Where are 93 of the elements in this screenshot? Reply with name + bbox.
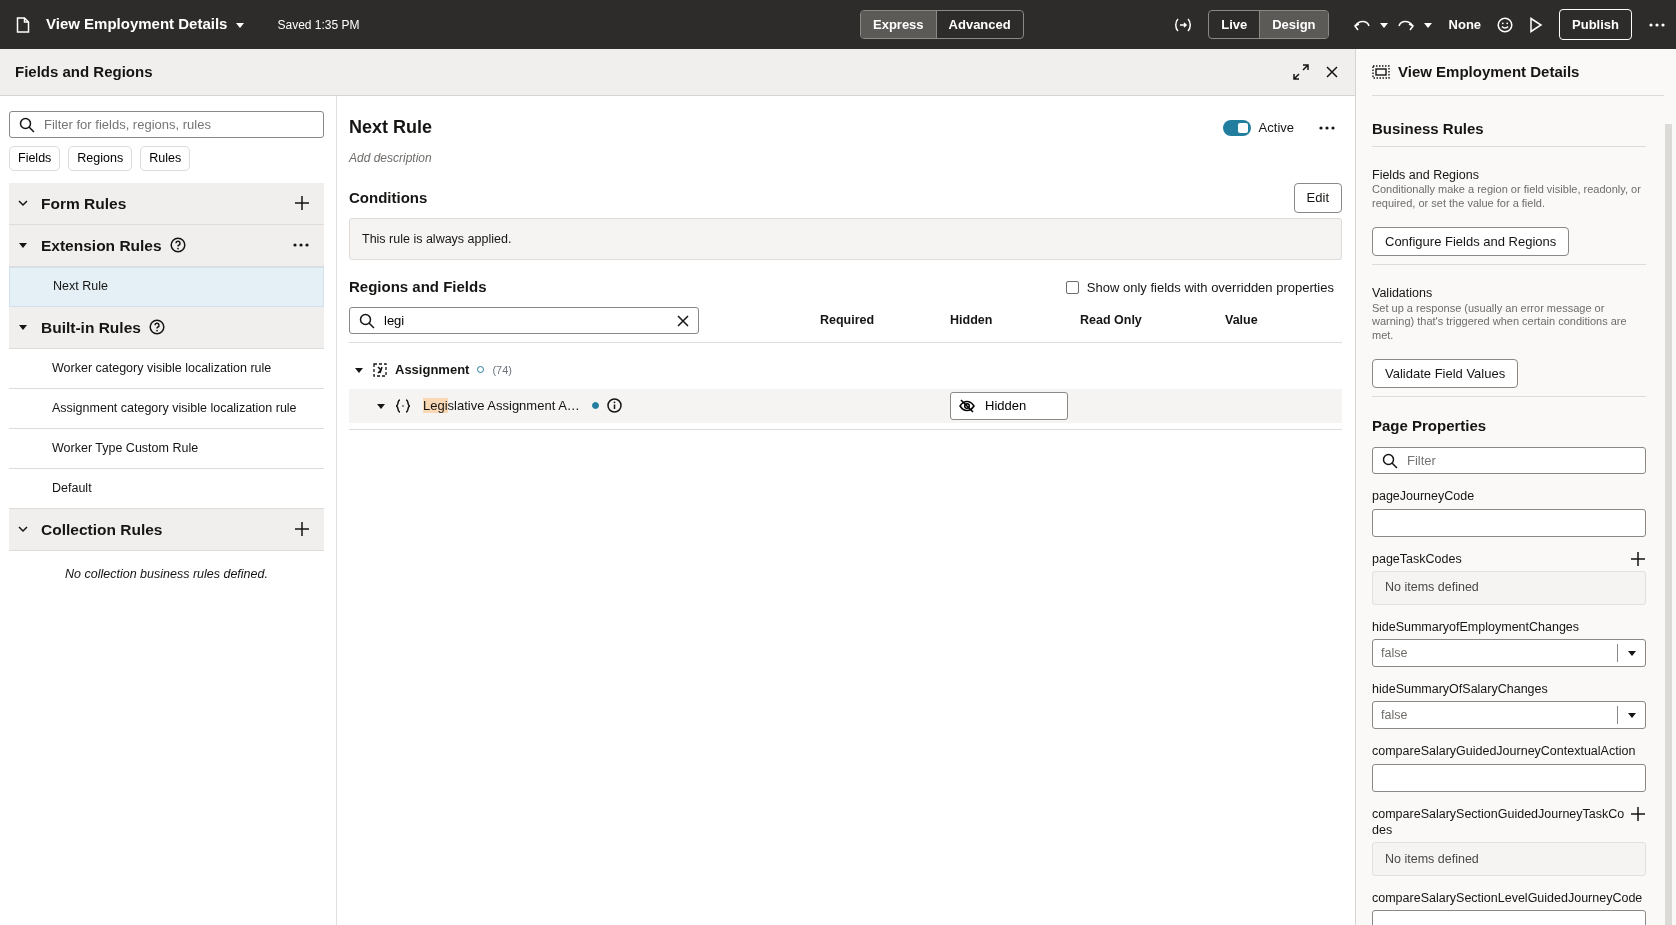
group-title: Built-in Rules	[41, 317, 141, 338]
column-header: Hidden	[950, 311, 994, 329]
subsection-title: Validations	[1372, 285, 1434, 302]
panel-title: View Employment Details	[1398, 61, 1580, 82]
mode-tab[interactable]: Express	[861, 10, 936, 39]
select-field[interactable]: false	[1372, 701, 1646, 730]
search-icon	[359, 312, 375, 329]
add-icon[interactable]	[1630, 550, 1646, 567]
property-label: hideSummaryOfSalaryChanges	[1372, 681, 1549, 698]
add-icon[interactable]	[294, 195, 310, 212]
filter-chip[interactable]: Fields	[9, 146, 61, 171]
empty-list: No items defined	[1372, 570, 1646, 605]
empty-message: No collection business rules defined.	[64, 565, 269, 583]
panel-title: Fields and Regions	[15, 61, 154, 82]
play-icon[interactable]	[1529, 16, 1544, 33]
toggle-label: Active	[1258, 118, 1294, 137]
subsection-title: Fields and Regions	[1372, 167, 1480, 184]
more-icon[interactable]	[1648, 21, 1666, 28]
section-title: Business Rules	[1372, 120, 1485, 139]
group-title: Form Rules	[41, 193, 127, 214]
page-title: View Employment Details	[46, 14, 228, 35]
active-toggle[interactable]	[1222, 119, 1251, 136]
item-count: (74)	[492, 362, 512, 378]
section-title: Conditions	[349, 187, 429, 208]
rule-item[interactable]: Worker Type Custom Rule	[9, 428, 324, 469]
property-label: compareSalaryGuidedJourneyContextualAction	[1372, 743, 1637, 760]
text-field[interactable]	[1372, 763, 1646, 792]
publish-button[interactable]: Publish	[1559, 8, 1632, 41]
description-placeholder[interactable]: Add description	[349, 149, 1342, 167]
rule-item[interactable]: Default	[9, 468, 324, 509]
region-label: Assignment	[395, 361, 470, 379]
code-brackets-icon[interactable]	[1174, 17, 1193, 32]
smiley-icon[interactable]	[1497, 16, 1514, 33]
empty-list: No items defined	[1372, 842, 1646, 876]
filter-field[interactable]: Filter	[1372, 447, 1646, 475]
section-description: Conditionally make a region or field visible, readonly, or required, or set the value for a field.	[1372, 183, 1642, 211]
rule-title: Next Rule	[349, 116, 434, 139]
hidden-button[interactable]: Hidden	[950, 391, 1068, 420]
checkbox[interactable]	[1065, 281, 1079, 294]
info-icon	[606, 398, 622, 414]
property-label: pageJourneyCode	[1372, 488, 1476, 505]
filter-field[interactable]: Filter for fields, regions, rules	[9, 111, 324, 138]
property-label: pageTaskCodes	[1372, 550, 1463, 567]
checkbox-label: Show only fields with overridden properties	[1086, 278, 1334, 297]
section-title: Page Properties	[1372, 416, 1488, 436]
property-label: hideSummaryofEmploymentChanges	[1372, 618, 1581, 635]
more-icon[interactable]	[292, 242, 310, 249]
layout-icon	[1372, 65, 1390, 79]
property-label: compareSalarySectionLevelGuidedJourneyCode	[1372, 890, 1644, 907]
filter-chip[interactable]: Regions	[68, 146, 133, 171]
add-icon[interactable]	[1630, 805, 1646, 822]
view-tab[interactable]: Design	[1259, 10, 1328, 39]
more-icon[interactable]	[1318, 124, 1336, 131]
rule-group-header[interactable]: Form Rules	[9, 182, 324, 225]
clear-icon[interactable]	[677, 314, 689, 327]
text-field[interactable]	[1372, 508, 1646, 537]
action-button[interactable]: Validate Field Values	[1372, 358, 1519, 389]
section-description: Set up a response (usually an error message or warning) that's triggered when certain conditions are met.	[1372, 301, 1628, 343]
rule-group-header[interactable]: Built-in Rules	[9, 306, 324, 349]
dropdown-caret-icon[interactable]	[1626, 648, 1637, 658]
search-field[interactable]: legi	[349, 306, 699, 334]
property-label: compareSalarySectionGuidedJourneyTaskCodes	[1372, 805, 1626, 838]
section-title: Regions and Fields	[349, 277, 488, 298]
close-icon[interactable]	[1325, 65, 1339, 79]
column-header: Value	[1225, 311, 1259, 329]
region-icon	[373, 362, 387, 377]
action-button[interactable]: Configure Fields and Regions	[1372, 226, 1570, 257]
view-tab[interactable]: Live	[1209, 10, 1260, 39]
mode-tab[interactable]: Advanced	[935, 10, 1023, 39]
document-icon	[16, 16, 30, 33]
search-icon	[1382, 453, 1398, 470]
rule-item[interactable]: Assignment category visible localization rule	[9, 388, 324, 429]
group-title: Collection Rules	[41, 519, 163, 540]
rule-item[interactable]: Next Rule	[9, 266, 324, 307]
braces-icon	[395, 398, 411, 413]
filter-chip[interactable]: Rules	[140, 146, 191, 171]
edit-button[interactable]: Edit	[1293, 183, 1342, 213]
column-header: Read Only	[1080, 311, 1143, 329]
rule-group-header[interactable]: Extension Rules	[9, 224, 324, 267]
group-title: Extension Rules	[41, 235, 162, 256]
eye-slash-icon	[959, 398, 975, 413]
condition-text: This rule is always applied.	[349, 217, 1342, 261]
search-icon	[19, 117, 35, 133]
column-header: Required	[820, 311, 876, 329]
saved-status: Saved 1:35 PM	[277, 16, 360, 34]
rule-group-header[interactable]: Collection Rules	[9, 508, 324, 551]
language-selector[interactable]: None	[1448, 14, 1482, 35]
rule-item[interactable]: Worker category visible localization rule	[9, 348, 324, 389]
expand-icon[interactable]	[1293, 64, 1309, 80]
select-field[interactable]: false	[1372, 639, 1646, 667]
field-label: Legislative Assignment A…	[423, 397, 580, 415]
scrollbar[interactable]	[1665, 124, 1672, 925]
add-icon[interactable]	[294, 521, 310, 538]
